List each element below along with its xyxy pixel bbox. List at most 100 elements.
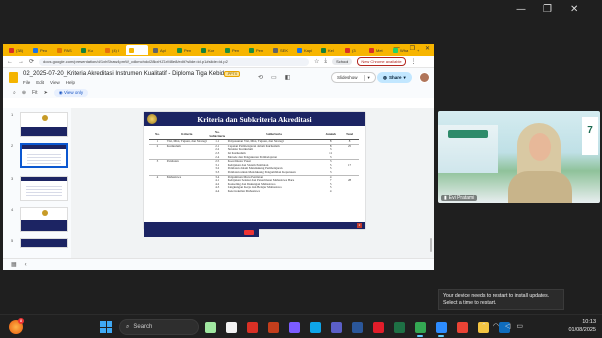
slide-thumbnail[interactable] xyxy=(20,112,68,137)
view-only-button[interactable]: ◉ View only xyxy=(53,89,89,97)
browser-tab[interactable]: (3 xyxy=(342,45,364,55)
profile-button[interactable]: School xyxy=(332,58,353,65)
meet-icon xyxy=(456,321,468,333)
collapse-icon[interactable]: ‹ xyxy=(25,262,27,268)
participant-video-tile[interactable]: 7 ▮ Evi Pratami xyxy=(438,111,600,203)
forward-icon[interactable]: → xyxy=(18,59,24,65)
wifi-icon[interactable]: ◠ xyxy=(493,322,499,330)
close-icon[interactable]: ✕ xyxy=(570,4,578,15)
meet-app[interactable] xyxy=(453,319,471,335)
thumbnail-row-3[interactable]: 3 xyxy=(11,176,68,201)
chevron-up-icon[interactable]: ⌃ xyxy=(481,322,487,330)
browser-tab[interactable]: Ku xyxy=(78,45,100,55)
edge-app[interactable] xyxy=(306,319,324,335)
close-icon[interactable]: ✕ xyxy=(425,45,430,52)
meet-icon[interactable]: ◧ xyxy=(285,74,291,81)
browser-tab[interactable]: Kor xyxy=(198,45,220,55)
restart-notification[interactable]: Your device needs to restart to install … xyxy=(438,289,564,310)
participant-name: Evi Pratami xyxy=(448,195,475,201)
word-app[interactable] xyxy=(348,319,366,335)
browser-tab[interactable]: Pen xyxy=(246,45,268,55)
slide-thumbnail[interactable] xyxy=(20,176,68,201)
browser-tab[interactable] xyxy=(126,45,148,55)
clock-time: 10:13 xyxy=(582,319,596,325)
participant-body xyxy=(508,171,572,203)
browser-window-controls: — ❐ ✕ xyxy=(394,45,430,52)
volume-icon[interactable]: ◁ xyxy=(505,322,510,330)
history-icon[interactable]: ⟲ xyxy=(258,74,263,81)
slideshow-label: Slideshow xyxy=(337,75,358,80)
powerpoint-app[interactable] xyxy=(264,319,282,335)
photos-app[interactable] xyxy=(285,319,303,335)
file-app[interactable] xyxy=(222,319,240,335)
more-icon[interactable]: ⋮ xyxy=(411,58,417,65)
maximize-icon[interactable]: ❐ xyxy=(543,4,552,15)
thumbnail-row-1[interactable]: 1 xyxy=(11,112,68,137)
browser-tab[interactable]: Pen xyxy=(222,45,244,55)
teams-app[interactable] xyxy=(327,319,345,335)
slide-title: Kriteria dan Subkriteria Akreditasi xyxy=(197,114,312,124)
comment-icon[interactable]: ▭ xyxy=(271,74,277,81)
zoom-select[interactable]: Fit xyxy=(32,90,38,96)
cursor-icon[interactable]: ➤ xyxy=(44,90,48,96)
tab-favicon-icon xyxy=(105,47,110,53)
excel-app[interactable] xyxy=(390,319,408,335)
browser-tab[interactable]: (4) I xyxy=(102,45,124,55)
share-button[interactable]: ◍ Share ▾ xyxy=(377,72,412,83)
browser-tab[interactable]: Kel xyxy=(318,45,340,55)
browser-tab[interactable]: Kapi xyxy=(294,45,316,55)
share-label: Share xyxy=(388,75,402,80)
copilot-app[interactable] xyxy=(201,319,219,335)
browser-tab[interactable]: (38) xyxy=(6,45,28,55)
menu-item-view[interactable]: View xyxy=(50,80,60,85)
browser-tab[interactable]: Met xyxy=(366,45,388,55)
chrome-app[interactable] xyxy=(411,319,429,337)
slide-canvas[interactable]: Kriteria dan Subkriteria Akreditasi No. … xyxy=(71,108,434,258)
tab-favicon-icon xyxy=(129,47,134,53)
slide-thumbnail[interactable] xyxy=(20,207,68,232)
url-input[interactable]: docs.google.com/presentation/d/1xhShaw4p… xyxy=(39,57,310,66)
document-title[interactable]: 02_2025-07-20_Kriteria Akreditasi Instru… xyxy=(23,71,229,77)
chevron-down-icon: ▾ xyxy=(403,74,406,80)
thumbnail-row-4[interactable]: 4 xyxy=(11,207,68,232)
slides-logo-icon[interactable] xyxy=(9,72,18,83)
tab-label: Peo xyxy=(40,47,48,53)
opera-app[interactable] xyxy=(369,319,387,335)
zoom-app[interactable] xyxy=(432,319,450,337)
browser-tab[interactable]: Apl xyxy=(150,45,172,55)
taskbar-clock[interactable]: 10:13 01/08/2025 xyxy=(560,318,596,334)
avatar[interactable] xyxy=(419,72,430,83)
menu-item-edit[interactable]: Edit xyxy=(36,80,44,85)
slideshow-button[interactable]: Slideshow ▾ xyxy=(331,72,376,83)
browser-tab[interactable]: PAS xyxy=(54,45,76,55)
chevron-down-icon[interactable]: ▾ xyxy=(363,74,370,81)
tab-favicon-icon xyxy=(81,47,86,53)
thumbnail-row-2[interactable]: 2 xyxy=(11,143,68,168)
download-icon[interactable]: ⤓ xyxy=(324,58,327,65)
zoom-icon[interactable]: ⊕ xyxy=(22,90,26,96)
slide-thumbnail-selected[interactable] xyxy=(20,143,68,168)
maximize-icon[interactable]: ❐ xyxy=(410,45,415,52)
browser-tab[interactable]: SEK xyxy=(270,45,292,55)
thumbnail-row-5[interactable]: 5 xyxy=(11,238,68,248)
slide-thumbnail[interactable] xyxy=(20,238,68,248)
acrobat-app[interactable] xyxy=(243,319,261,335)
browser-tab[interactable]: Pen xyxy=(174,45,196,55)
reload-icon[interactable]: ⟳ xyxy=(29,58,34,65)
menu-item-help[interactable]: Help xyxy=(66,80,75,85)
search-icon[interactable]: ⌕ xyxy=(13,90,16,96)
bookmark-icon[interactable]: ☆ xyxy=(314,58,319,65)
scrollbar[interactable] xyxy=(430,238,432,252)
chrome-icon xyxy=(414,321,426,333)
grid-view-icon[interactable]: ▦ xyxy=(11,261,17,268)
minimize-icon[interactable]: — xyxy=(394,45,400,52)
signal-icon: ▮ xyxy=(444,195,447,201)
browser-tab[interactable]: Peo xyxy=(30,45,52,55)
menu-item-file[interactable]: File xyxy=(23,80,30,85)
battery-icon[interactable]: ▭ xyxy=(516,322,523,330)
update-chrome-button[interactable]: New Chrome available xyxy=(357,57,406,66)
taskbar-search[interactable]: ⌕ Search xyxy=(119,319,199,335)
back-icon[interactable]: ← xyxy=(7,59,13,65)
start-button[interactable] xyxy=(100,321,112,333)
minimize-icon[interactable]: — xyxy=(516,4,526,15)
